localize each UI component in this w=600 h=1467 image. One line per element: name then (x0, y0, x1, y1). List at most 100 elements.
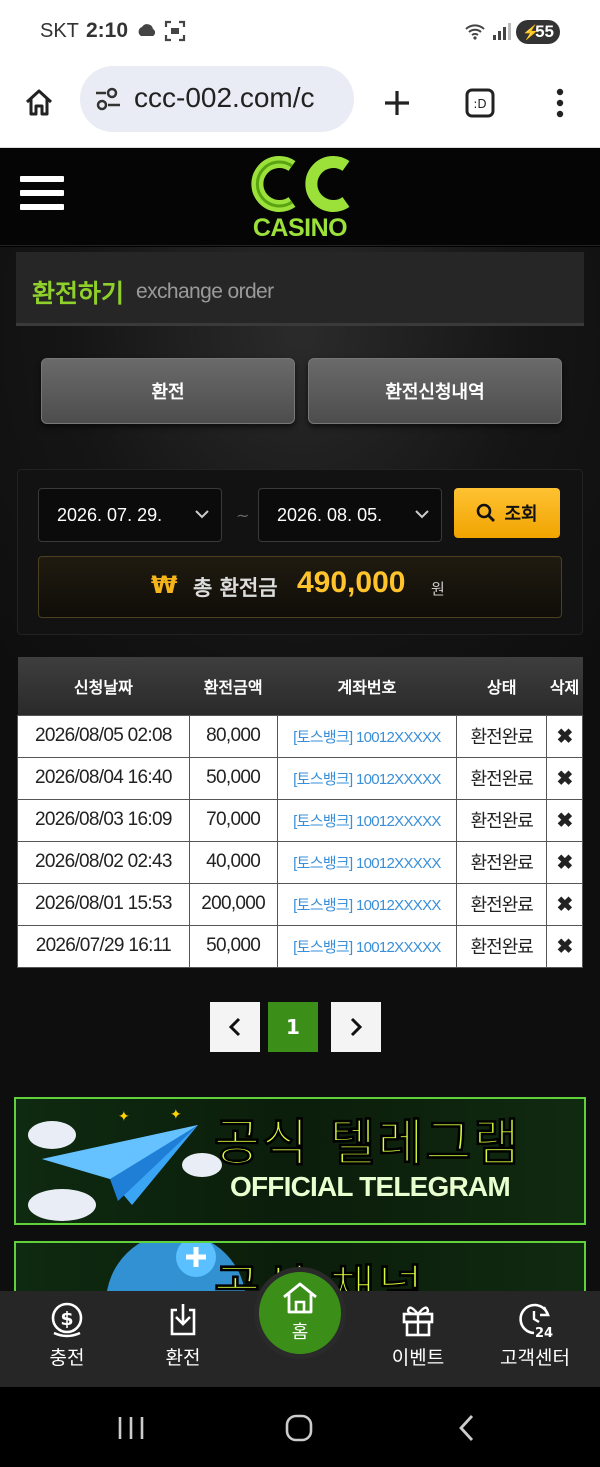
carrier-label: SKT (40, 20, 79, 42)
table-row: 2026/07/29 16:11 50,000 [토스뱅크] 10012XXXX… (17, 924, 583, 968)
tab-exchange-history[interactable]: 환전신청내역 (308, 358, 562, 424)
header-status: 상태 (456, 657, 547, 716)
row-account: [토스뱅크] 10012XXXXX (276, 714, 458, 758)
exchange-history-table: 신청날짜 환전금액 계좌번호 상태 삭제 2026/08/05 02:08 80… (17, 657, 583, 968)
end-date-select[interactable]: 2026. 08. 05. (258, 488, 442, 542)
cloud-icon (138, 24, 156, 36)
nav-event[interactable]: 이벤트 (368, 1301, 468, 1370)
row-date: 2026/08/04 16:40 (17, 756, 190, 800)
nav-home[interactable]: 홈 (254, 1267, 346, 1359)
row-amount: 50,000 (188, 756, 278, 800)
table-row: 2026/08/03 16:09 70,000 [토스뱅크] 10012XXXX… (17, 798, 583, 842)
total-unit: 원 (431, 580, 445, 598)
table-row: 2026/08/04 16:40 50,000 [토스뱅크] 10012XXXX… (17, 756, 583, 800)
svg-text:✦: ✦ (170, 1107, 182, 1123)
browser-toolbar: ccc-002.com/c :D (0, 62, 600, 148)
telegram-banner[interactable]: ✦ ✦ 공식 텔레그램 OFFICIAL TELEGRAM (14, 1097, 586, 1225)
won-icon: ₩ (151, 571, 178, 599)
table-header-row: 신청날짜 환전금액 계좌번호 상태 삭제 (17, 657, 583, 716)
search-button-label: 조회 (504, 504, 538, 525)
search-icon (477, 503, 496, 522)
date-separator: ~ (236, 506, 250, 525)
row-amount: 200,000 (188, 882, 278, 926)
address-bar[interactable]: ccc-002.com/c (80, 66, 354, 132)
nav-event-label: 이벤트 (391, 1347, 445, 1369)
total-exchange-summary: ₩ 총 환전금 490,000 원 (38, 556, 562, 618)
nav-home-label: 홈 (291, 1322, 309, 1343)
start-date-value: 2026. 07. 29. (57, 505, 163, 525)
row-status: 환전완료 (456, 798, 548, 842)
url-text: ccc-002.com/c (134, 82, 315, 113)
support-24-icon: 24 (519, 1303, 553, 1339)
row-date: 2026/08/03 16:09 (17, 798, 190, 842)
header-delete: 삭제 (546, 657, 583, 716)
new-tab-icon[interactable] (378, 84, 416, 122)
nav-deposit[interactable]: $ 충전 (17, 1301, 117, 1370)
home-icon (283, 1282, 317, 1314)
start-date-select[interactable]: 2026. 07. 29. (38, 488, 222, 542)
delete-icon[interactable]: ✖ (546, 756, 583, 800)
row-account: [토스뱅크] 10012XXXXX (276, 798, 458, 842)
total-amount: 490,000 (297, 566, 406, 599)
nav-withdraw-label: 환전 (165, 1347, 201, 1369)
header-account: 계좌번호 (277, 657, 457, 716)
gift-icon (402, 1306, 434, 1337)
row-date: 2026/08/01 15:53 (17, 882, 190, 926)
row-account: [토스뱅크] 10012XXXXX (276, 882, 458, 926)
tab-switcher-icon[interactable]: :D (461, 84, 499, 122)
nav-support[interactable]: 24 고객센터 (485, 1301, 585, 1370)
table-row: 2026/08/02 02:43 40,000 [토스뱅크] 10012XXXX… (17, 840, 583, 884)
delete-icon[interactable]: ✖ (546, 714, 583, 758)
delete-icon[interactable]: ✖ (546, 924, 583, 968)
clock: 2:10 (86, 19, 129, 42)
site-settings-icon[interactable] (94, 86, 122, 112)
download-icon (170, 1304, 196, 1336)
bottom-navigation: $ 충전 환전 홈 이벤트 24 고객센터 (0, 1267, 600, 1387)
next-page-button[interactable] (331, 1002, 381, 1052)
table-row: 2026/08/01 15:53 200,000 [토스뱅크] 10012XXX… (17, 882, 583, 926)
delete-icon[interactable]: ✖ (546, 840, 583, 884)
table-row: 2026/08/05 02:08 80,000 [토스뱅크] 10012XXXX… (17, 714, 583, 758)
dollar-coin-icon: $ (51, 1302, 83, 1338)
scan-icon (164, 20, 186, 42)
chevron-down-icon (415, 510, 429, 519)
delete-icon[interactable]: ✖ (546, 798, 583, 842)
wifi-icon (465, 24, 485, 40)
page-title-korean: 환전하기 (32, 279, 125, 308)
chevron-right-icon (350, 1017, 363, 1037)
header-amount: 환전금액 (189, 657, 278, 716)
home-button-icon[interactable] (284, 1413, 314, 1443)
row-status: 환전완료 (456, 756, 548, 800)
tab-exchange[interactable]: 환전 (41, 358, 295, 424)
recent-apps-icon[interactable] (116, 1415, 146, 1441)
row-status: 환전완료 (456, 714, 548, 758)
row-status: 환전완료 (456, 882, 548, 926)
nav-deposit-label: 충전 (49, 1347, 85, 1369)
home-icon[interactable] (20, 84, 58, 122)
back-icon[interactable] (456, 1413, 478, 1443)
menu-icon[interactable] (20, 176, 64, 214)
chevron-left-icon (228, 1017, 241, 1037)
end-date-value: 2026. 08. 05. (277, 505, 383, 525)
nav-withdraw[interactable]: 환전 (133, 1301, 233, 1370)
row-status: 환전완료 (456, 924, 548, 968)
row-amount: 80,000 (188, 714, 278, 758)
prev-page-button[interactable] (210, 1002, 260, 1052)
nav-support-label: 고객센터 (500, 1347, 570, 1369)
row-amount: 50,000 (188, 924, 278, 968)
row-account: [토스뱅크] 10012XXXXX (276, 924, 458, 968)
svg-text::D: :D (473, 97, 486, 111)
search-button[interactable]: 조회 (454, 488, 560, 538)
svg-text:$: $ (60, 1308, 73, 1330)
svg-text:24: 24 (535, 1326, 553, 1339)
delete-icon[interactable]: ✖ (546, 882, 583, 926)
row-status: 환전완료 (456, 840, 548, 884)
telegram-banner-subtitle: OFFICIAL TELEGRAM (230, 1171, 511, 1202)
charging-icon: ⚡ (522, 24, 540, 40)
site-logo[interactable]: CASINO (244, 152, 356, 242)
header-request-date: 신청날짜 (17, 657, 190, 716)
more-menu-icon[interactable] (541, 84, 579, 122)
page-1-button[interactable]: 1 (268, 1002, 318, 1052)
cc-logo-icon (251, 156, 350, 212)
row-date: 2026/08/02 02:43 (17, 840, 190, 884)
